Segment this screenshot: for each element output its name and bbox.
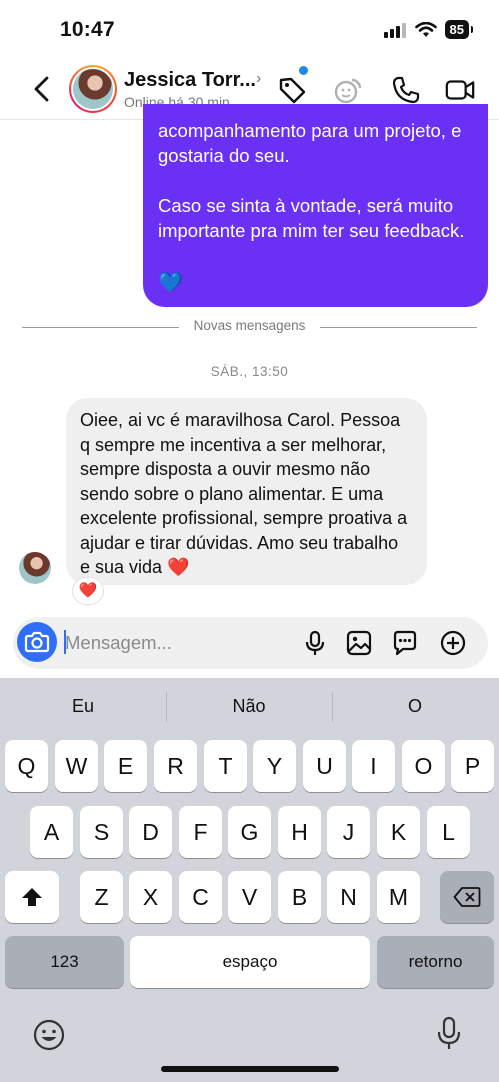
key-r[interactable]: R xyxy=(154,740,197,792)
key-l[interactable]: L xyxy=(427,806,470,858)
sender-avatar[interactable] xyxy=(19,552,51,584)
key-g[interactable]: G xyxy=(228,806,271,858)
key-q[interactable]: Q xyxy=(5,740,48,792)
back-arrow-icon[interactable] xyxy=(28,74,56,104)
suggestion-3[interactable]: O xyxy=(352,696,478,722)
key-b[interactable]: B xyxy=(278,871,321,923)
blue-heart-emoji: 💙 xyxy=(158,272,183,294)
key-f[interactable]: F xyxy=(179,806,222,858)
contact-avatar[interactable] xyxy=(69,65,117,113)
suggestion-2[interactable]: Não xyxy=(186,696,312,722)
suggestion-separator xyxy=(166,692,167,722)
dictation-microphone-icon[interactable] xyxy=(436,1016,462,1052)
key-d[interactable]: D xyxy=(129,806,172,858)
received-message-text: Oiee, ai vc é maravilhosa Carol. Pessoa … xyxy=(80,410,408,577)
sent-message-text-2: Caso se sinta à vontade, será muito impo… xyxy=(158,195,465,241)
sent-message-bubble[interactable]: acompanhamento para um projeto, e gostar… xyxy=(143,104,488,307)
delete-backspace-icon xyxy=(453,887,481,907)
sticker-effects-icon[interactable] xyxy=(332,74,364,106)
numbers-key[interactable]: 123 xyxy=(5,936,124,988)
battery-indicator: 85 xyxy=(444,20,474,39)
wifi-icon xyxy=(414,21,437,37)
key-s[interactable]: S xyxy=(80,806,123,858)
contact-name[interactable]: Jessica Torr... xyxy=(124,69,256,92)
phone-call-icon[interactable] xyxy=(390,74,422,106)
key-v[interactable]: V xyxy=(228,871,271,923)
received-message-bubble[interactable]: Oiee, ai vc é maravilhosa Carol. Pessoa … xyxy=(66,398,427,585)
key-h[interactable]: H xyxy=(278,806,321,858)
cellular-signal-icon xyxy=(383,22,406,38)
message-composer xyxy=(13,617,488,669)
home-indicator xyxy=(161,1066,339,1072)
suggestion-1[interactable]: Eu xyxy=(20,696,146,722)
status-indicators: 85 xyxy=(383,20,474,39)
key-c[interactable]: C xyxy=(179,871,222,923)
message-input[interactable] xyxy=(65,630,295,656)
space-key[interactable]: espaço xyxy=(130,936,370,988)
key-o[interactable]: O xyxy=(402,740,445,792)
chevron-right-icon[interactable]: › xyxy=(256,70,261,88)
heart-reaction[interactable]: ❤️ xyxy=(72,577,104,605)
key-m[interactable]: M xyxy=(377,871,420,923)
key-i[interactable]: I xyxy=(352,740,395,792)
key-j[interactable]: J xyxy=(327,806,370,858)
video-call-icon[interactable] xyxy=(444,74,476,106)
status-bar: 10:47 85 xyxy=(0,0,499,58)
camera-button[interactable] xyxy=(17,622,57,662)
key-x[interactable]: X xyxy=(129,871,172,923)
microphone-icon[interactable] xyxy=(301,629,329,657)
add-plus-icon[interactable] xyxy=(439,629,467,657)
camera-icon xyxy=(24,631,50,653)
status-time: 10:47 xyxy=(60,18,115,41)
backspace-key[interactable] xyxy=(440,871,494,923)
tag-icon[interactable] xyxy=(276,74,308,106)
shift-key[interactable] xyxy=(5,871,59,923)
key-t[interactable]: T xyxy=(204,740,247,792)
new-messages-divider: Novas mensagens xyxy=(22,318,477,336)
key-a[interactable]: A xyxy=(30,806,73,858)
shift-arrow-icon xyxy=(22,888,42,906)
key-e[interactable]: E xyxy=(104,740,147,792)
return-key[interactable]: retorno xyxy=(377,936,494,988)
key-n[interactable]: N xyxy=(327,871,370,923)
message-timestamp: SÁB., 13:50 xyxy=(210,364,289,379)
key-u[interactable]: U xyxy=(303,740,346,792)
key-y[interactable]: Y xyxy=(253,740,296,792)
suggestion-separator xyxy=(332,692,333,722)
gallery-image-icon[interactable] xyxy=(345,629,373,657)
sent-message-text-1: acompanhamento para um projeto, e gostar… xyxy=(158,120,462,166)
key-w[interactable]: W xyxy=(55,740,98,792)
emoji-icon[interactable] xyxy=(32,1018,66,1052)
key-k[interactable]: K xyxy=(377,806,420,858)
key-p[interactable]: P xyxy=(451,740,494,792)
divider-label: Novas mensagens xyxy=(193,318,306,333)
key-z[interactable]: Z xyxy=(80,871,123,923)
chat-bubble-icon[interactable] xyxy=(391,629,419,657)
notification-dot xyxy=(299,66,308,75)
